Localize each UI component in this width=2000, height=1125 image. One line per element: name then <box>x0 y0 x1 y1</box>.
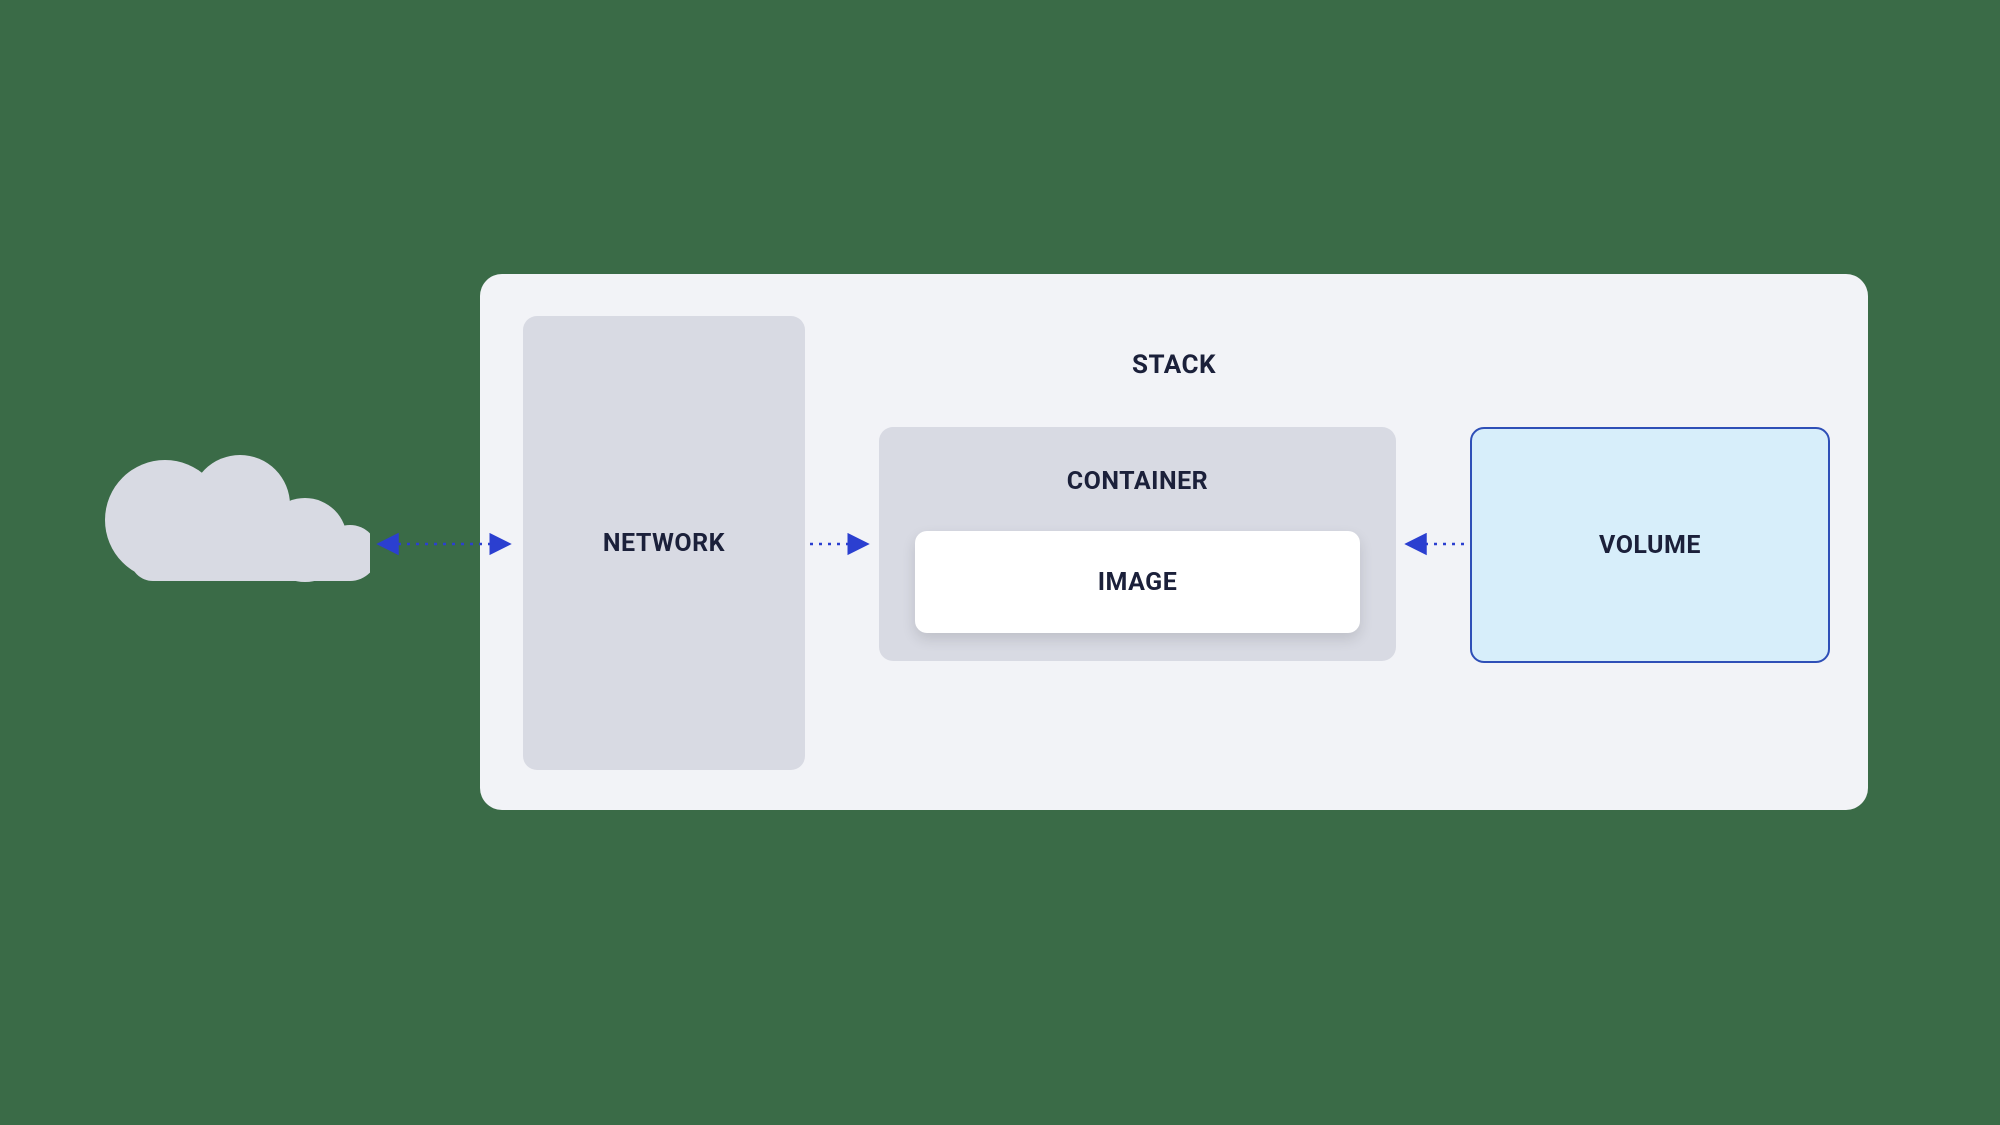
image-label: IMAGE <box>1098 568 1178 597</box>
image-box: IMAGE <box>915 531 1360 633</box>
volume-label: VOLUME <box>1599 531 1701 560</box>
cloud-icon <box>70 445 370 625</box>
container-label: CONTAINER <box>879 467 1396 496</box>
volume-box: VOLUME <box>1470 427 1830 663</box>
network-label: NETWORK <box>603 529 725 558</box>
network-box: NETWORK <box>523 316 805 770</box>
container-box: CONTAINER IMAGE <box>879 427 1396 661</box>
diagram-canvas: STACK NETWORK CONTAINER IMAGE VOLUME <box>0 0 2000 1125</box>
